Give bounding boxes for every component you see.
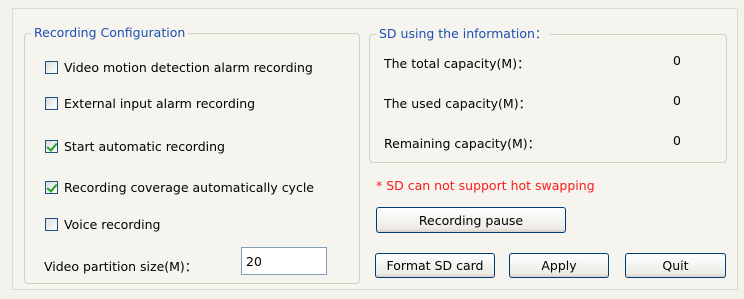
sd-total-value: 0 xyxy=(673,53,681,68)
sd-used-label: The used capacity(M)： xyxy=(384,96,532,111)
option-voice-recording[interactable]: Voice recording xyxy=(45,215,161,233)
hot-swap-warning: * SD can not support hot swapping xyxy=(376,178,595,193)
external-alarm-label: External input alarm recording xyxy=(64,95,256,111)
partition-size-input[interactable] xyxy=(241,247,327,275)
sd-remaining-value: 0 xyxy=(673,133,681,148)
sd-used-value: 0 xyxy=(673,93,681,108)
sd-info-title: SD using the information： xyxy=(379,26,548,41)
format-sd-card-button[interactable]: Format SD card xyxy=(375,253,495,278)
quit-button[interactable]: Quit xyxy=(625,253,726,278)
motion-alarm-checkbox[interactable] xyxy=(45,60,58,74)
external-alarm-checkbox[interactable] xyxy=(45,96,58,110)
sd-remaining-row: Remaining capacity(M)： 0 xyxy=(384,133,694,151)
auto-recording-checkbox[interactable] xyxy=(45,139,58,153)
coverage-cycle-checkbox[interactable] xyxy=(45,180,58,194)
sd-total-row: The total capacity(M)： 0 xyxy=(384,53,694,71)
option-motion-alarm[interactable]: Video motion detection alarm recording xyxy=(45,58,313,76)
option-coverage-cycle[interactable]: Recording coverage automatically cycle xyxy=(45,178,314,196)
auto-recording-label: Start automatic recording xyxy=(64,138,225,154)
voice-recording-checkbox[interactable] xyxy=(45,217,58,231)
voice-recording-label: Voice recording xyxy=(64,216,161,232)
apply-button[interactable]: Apply xyxy=(509,253,609,278)
partition-size-label: Video partition size(M)： xyxy=(44,259,198,274)
coverage-cycle-label: Recording coverage automatically cycle xyxy=(64,179,314,195)
recording-config-title: Recording Configuration xyxy=(34,25,186,40)
option-external-alarm[interactable]: External input alarm recording xyxy=(45,94,255,112)
option-auto-recording[interactable]: Start automatic recording xyxy=(45,137,225,155)
sd-remaining-label: Remaining capacity(M)： xyxy=(384,136,541,151)
recording-pause-button[interactable]: Recording pause xyxy=(376,207,566,233)
motion-alarm-label: Video motion detection alarm recording xyxy=(64,59,313,75)
sd-total-label: The total capacity(M)： xyxy=(384,56,530,71)
sd-used-row: The used capacity(M)： 0 xyxy=(384,93,694,111)
